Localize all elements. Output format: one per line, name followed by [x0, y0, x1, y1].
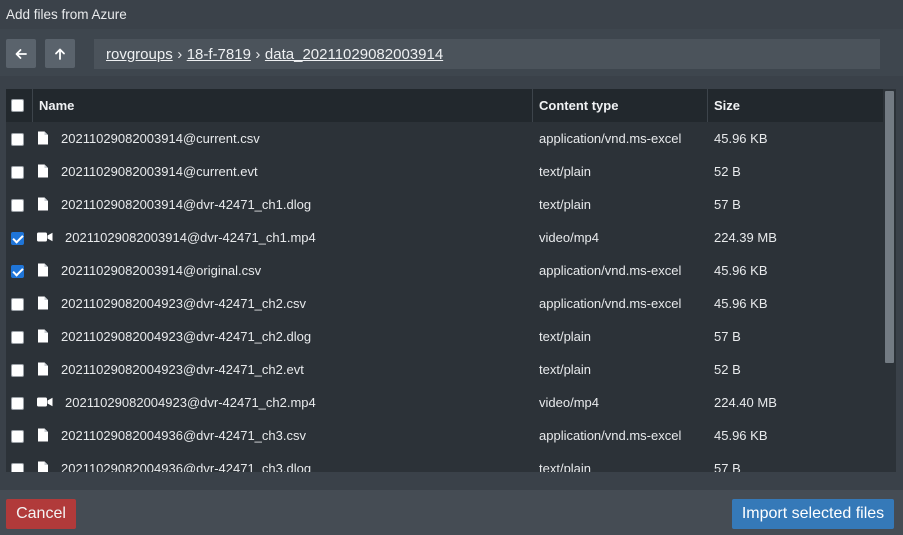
- cancel-button[interactable]: Cancel: [6, 499, 76, 529]
- file-content-type: text/plain: [539, 164, 592, 179]
- file-name: 20211029082003914@dvr-42471_ch1.mp4: [65, 230, 316, 245]
- file-size: 52 B: [714, 164, 741, 179]
- add-files-dialog: Add files from Azure rovgroups › 18-f-78…: [0, 0, 903, 535]
- file-name: 20211029082004923@dvr-42471_ch2.mp4: [65, 395, 316, 410]
- column-divider: [532, 89, 533, 122]
- table-row[interactable]: 20211029082004936@dvr-42471_ch3.csv appli…: [6, 419, 883, 452]
- table-row[interactable]: 20211029082003914@dvr-42471_ch1.mp4 video…: [6, 221, 883, 254]
- table-row[interactable]: 20211029082003914@dvr-42471_ch1.dlog text…: [6, 188, 883, 221]
- file-content-type: text/plain: [539, 461, 592, 472]
- file-content-type: application/vnd.ms-excel: [539, 131, 682, 146]
- file-content-type: text/plain: [539, 362, 592, 377]
- file-size: 45.96 KB: [714, 428, 768, 443]
- up-button[interactable]: [45, 39, 75, 68]
- file-icon: [38, 197, 48, 211]
- file-content-type: application/vnd.ms-excel: [539, 428, 682, 443]
- file-size: 224.39 MB: [714, 230, 777, 245]
- dialog-title: Add files from Azure: [6, 7, 127, 22]
- file-content-type: application/vnd.ms-excel: [539, 296, 682, 311]
- table-header: Name Content type Size: [6, 89, 883, 122]
- row-checkbox[interactable]: [11, 166, 24, 179]
- file-icon: [38, 131, 48, 145]
- file-content-type: application/vnd.ms-excel: [539, 263, 682, 278]
- column-divider: [32, 89, 33, 122]
- file-size: 45.96 KB: [714, 296, 768, 311]
- file-icon: [38, 164, 48, 178]
- file-content-type: text/plain: [539, 197, 592, 212]
- file-table: Name Content type Size 20211029082003914…: [6, 89, 896, 472]
- chevron-right-icon: ›: [177, 45, 183, 63]
- breadcrumb-item-rovgroups[interactable]: rovgroups: [106, 46, 173, 63]
- row-checkbox[interactable]: [11, 364, 24, 377]
- table-row[interactable]: 20211029082004923@dvr-42471_ch2.dlog text…: [6, 320, 883, 353]
- row-checkbox[interactable]: [11, 265, 24, 278]
- row-checkbox[interactable]: [11, 232, 24, 245]
- file-content-type: video/mp4: [539, 230, 599, 245]
- row-checkbox[interactable]: [11, 199, 24, 212]
- dialog-titlebar: Add files from Azure: [0, 0, 903, 29]
- file-name: 20211029082003914@dvr-42471_ch1.dlog: [61, 197, 312, 212]
- column-header-content-type[interactable]: Content type: [539, 89, 618, 122]
- arrow-up-icon: [55, 48, 65, 60]
- file-name: 20211029082003914@current.evt: [61, 164, 258, 179]
- navigation-bar: rovgroups › 18-f-7819 › data_20211029082…: [0, 29, 903, 76]
- file-size: 57 B: [714, 461, 741, 472]
- file-name: 20211029082004936@dvr-42471_ch3.csv: [61, 428, 306, 443]
- file-icon: [38, 263, 48, 277]
- file-content-type: video/mp4: [539, 395, 599, 410]
- file-icon: [38, 329, 48, 343]
- row-checkbox[interactable]: [11, 331, 24, 344]
- table-row[interactable]: 20211029082004923@dvr-42471_ch2.csv appli…: [6, 287, 883, 320]
- table-row[interactable]: 20211029082004936@dvr-42471_ch3.dlog text…: [6, 452, 883, 472]
- column-header-size[interactable]: Size: [714, 89, 740, 122]
- file-size: 57 B: [714, 197, 741, 212]
- breadcrumb-item-current[interactable]: data_20211029082003914: [265, 46, 443, 63]
- chevron-right-icon: ›: [255, 45, 261, 63]
- select-all-checkbox[interactable]: [11, 99, 24, 112]
- vertical-scrollbar[interactable]: [883, 89, 896, 472]
- file-size: 45.96 KB: [714, 131, 768, 146]
- row-checkbox[interactable]: [11, 133, 24, 146]
- file-name: 20211029082003914@original.csv: [61, 263, 262, 278]
- file-icon: [38, 428, 48, 442]
- table-row[interactable]: 20211029082003914@current.evt text/plain 5…: [6, 155, 883, 188]
- arrow-left-icon: [15, 48, 27, 59]
- file-size: 45.96 KB: [714, 263, 768, 278]
- video-camera-icon: [37, 232, 53, 242]
- file-icon: [38, 461, 48, 472]
- video-camera-icon: [37, 397, 53, 407]
- file-name: 20211029082004936@dvr-42471_ch3.dlog: [61, 461, 312, 472]
- file-name: 20211029082004923@dvr-42471_ch2.csv: [61, 296, 306, 311]
- scrollbar-thumb[interactable]: [885, 91, 894, 363]
- file-icon: [38, 296, 48, 310]
- select-all-cell: [11, 89, 24, 122]
- row-checkbox[interactable]: [11, 397, 24, 410]
- file-size: 52 B: [714, 362, 741, 377]
- table-body: 20211029082003914@current.csv application…: [6, 122, 883, 472]
- table-row[interactable]: 20211029082004923@dvr-42471_ch2.mp4 video…: [6, 386, 883, 419]
- row-checkbox[interactable]: [11, 463, 24, 472]
- file-name: 20211029082004923@dvr-42471_ch2.evt: [61, 362, 304, 377]
- column-header-name[interactable]: Name: [39, 89, 74, 122]
- file-name: 20211029082003914@current.csv: [61, 131, 260, 146]
- file-icon: [38, 362, 48, 376]
- file-size: 224.40 MB: [714, 395, 777, 410]
- row-checkbox[interactable]: [11, 430, 24, 443]
- table-row[interactable]: 20211029082003914@original.csv applicatio…: [6, 254, 883, 287]
- back-button[interactable]: [6, 39, 36, 68]
- dialog-footer: Cancel Import selected files: [0, 490, 903, 535]
- table-row[interactable]: 20211029082003914@current.csv application…: [6, 122, 883, 155]
- file-name: 20211029082004923@dvr-42471_ch2.dlog: [61, 329, 312, 344]
- file-content-type: text/plain: [539, 329, 592, 344]
- breadcrumb: rovgroups › 18-f-7819 › data_20211029082…: [94, 39, 880, 69]
- import-selected-files-button[interactable]: Import selected files: [732, 499, 894, 529]
- breadcrumb-item-folder[interactable]: 18-f-7819: [187, 46, 251, 63]
- row-checkbox[interactable]: [11, 298, 24, 311]
- file-size: 57 B: [714, 329, 741, 344]
- table-row[interactable]: 20211029082004923@dvr-42471_ch2.evt text/…: [6, 353, 883, 386]
- column-divider: [707, 89, 708, 122]
